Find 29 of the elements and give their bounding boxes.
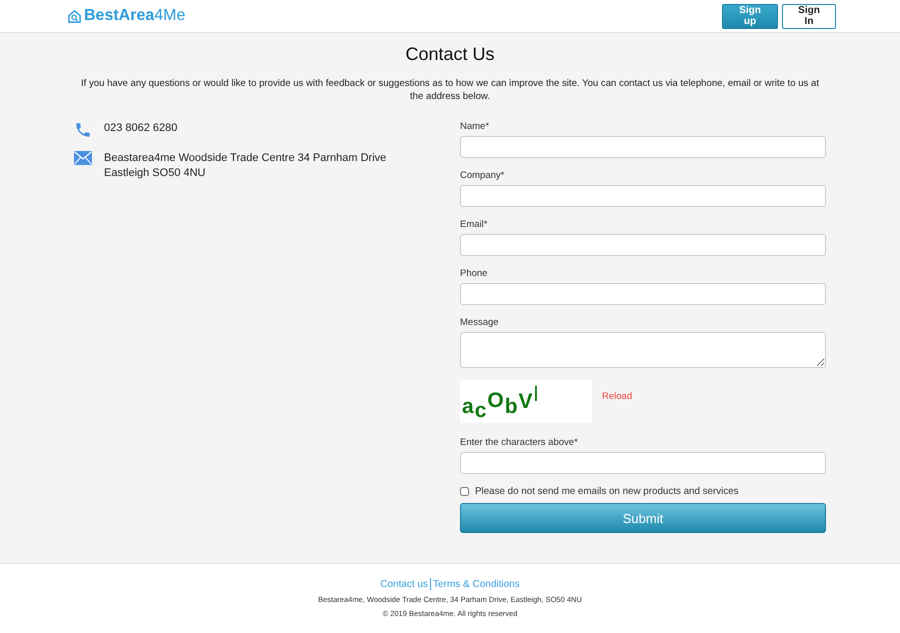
sign-up-button[interactable]: Sign up xyxy=(722,4,778,28)
checkbox[interactable] xyxy=(460,487,469,496)
field-label: Phone xyxy=(460,268,488,279)
input-field[interactable] xyxy=(460,452,826,474)
phone-icon xyxy=(74,121,92,139)
field-label: Email* xyxy=(460,219,488,230)
field-label: Name* xyxy=(460,121,490,132)
logo-text[interactable]: BestArea4Me xyxy=(84,7,186,25)
input-field[interactable] xyxy=(460,185,826,207)
page-title: Contact Us xyxy=(404,44,496,65)
sign-in-button[interactable]: Sign In xyxy=(782,4,836,28)
input-field[interactable] xyxy=(460,234,826,256)
checkbox-label: Please do not send me emails on new products and services xyxy=(475,486,739,497)
input-field[interactable] xyxy=(460,283,826,305)
intro-text: If you have any questions or would like to provide us with feedback or suggestions as to how we can improve the site. You can contact us via telephone, email or write to us at the address below. xyxy=(80,77,820,103)
contact-text: Beastarea4me Woodside Trade Centre 34 Parnham Drive Eastleigh SO50 4NU xyxy=(104,151,388,181)
contact-text: 023 8062 6280 xyxy=(104,121,178,136)
input-field[interactable] xyxy=(460,136,826,158)
message-field[interactable] xyxy=(460,332,826,368)
field-label: Enter the characters above* xyxy=(460,437,579,448)
footer-link[interactable]: Terms & Conditions xyxy=(433,578,520,590)
reload-link[interactable]: Reload xyxy=(602,391,632,402)
captcha-image: acObVl xyxy=(460,380,592,423)
footer-link[interactable]: Contact us xyxy=(380,578,428,590)
house-search-icon xyxy=(67,8,82,24)
submit-button[interactable]: Submit xyxy=(460,503,826,533)
envelope-icon xyxy=(74,151,92,165)
field-label: Message xyxy=(460,317,500,328)
field-label: Company* xyxy=(460,170,506,181)
